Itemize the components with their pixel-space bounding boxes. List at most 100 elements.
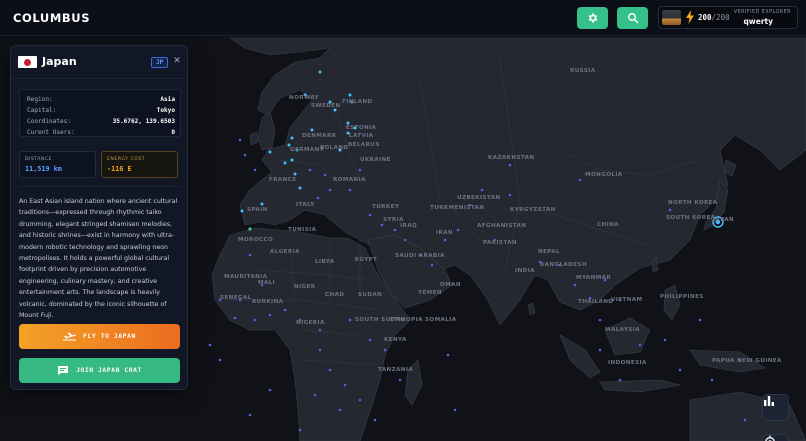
map-label: LIBYA: [315, 259, 335, 265]
info-row-capital: Capital: Tokyo: [27, 106, 175, 116]
map-label: TUNISIA: [288, 227, 317, 233]
distance-value: 11,519 km: [25, 165, 62, 173]
info-value: 35.6762, 139.6503: [112, 118, 175, 125]
search-icon: [627, 13, 638, 24]
info-key: Capital:: [27, 107, 57, 114]
map-label: NIGERIA: [296, 320, 325, 326]
map-label: DENMARK: [302, 133, 337, 139]
map-label: ETHIOPIA: [390, 317, 423, 323]
map-label: INDONESIA: [608, 360, 647, 366]
map-label: UKRAINE: [360, 157, 391, 163]
map-label: ROMANIA: [333, 177, 366, 183]
map-label: CHINA: [597, 222, 619, 228]
crosshair-icon: [765, 435, 775, 441]
map-label: KAZAKHSTAN: [488, 155, 535, 161]
map-label: FINLAND: [342, 99, 373, 105]
map-label: IRAQ: [400, 223, 418, 229]
gear-icon: [588, 13, 597, 23]
map-label: OMAN: [440, 282, 461, 288]
top-bar: COLUMBUS 200/200 VERIFIED EXPLORER qwert…: [0, 0, 806, 36]
map-label: PHILIPPINES: [660, 294, 704, 300]
map-label: TURKEY: [372, 204, 400, 210]
map-label: MONGOLIA: [585, 172, 623, 178]
energy-bolt-icon: [686, 10, 694, 24]
settings-button[interactable]: [577, 7, 608, 29]
energy-cost-value: -116 E: [107, 165, 132, 173]
chat-icon: [58, 366, 69, 376]
map-label: SPAIN: [247, 207, 268, 213]
info-key: Region:: [27, 96, 53, 103]
map-label: SWEDEN: [311, 103, 341, 109]
map-label: SUDAN: [358, 292, 383, 298]
map-label: POLAND: [320, 145, 349, 151]
map-label: KENYA: [384, 337, 407, 343]
map-label: JAPAN: [713, 217, 735, 223]
map-label: GERMANY: [290, 147, 325, 153]
map-label: MALAYSIA: [605, 327, 640, 333]
stats-button[interactable]: [762, 394, 789, 421]
search-button[interactable]: [617, 7, 648, 29]
plane-icon: [63, 332, 77, 341]
map-label: THAILAND: [578, 299, 614, 305]
avatar: [662, 10, 681, 25]
info-row-coordinates: Coordinates: 35.6762, 139.6503: [27, 117, 175, 127]
locate-button[interactable]: [762, 434, 789, 441]
panel-header: Japan JP ✕: [11, 46, 187, 79]
map-label: KYRGYZSTAN: [510, 207, 556, 213]
japan-flag-icon: [18, 56, 37, 68]
map-label: PAKISTAN: [483, 240, 517, 246]
country-description: An East Asian island nation where ancien…: [19, 198, 178, 320]
distance-label: DISTANCE: [25, 157, 52, 162]
country-name: Japan: [42, 55, 77, 68]
map-label: BELARUS: [348, 142, 380, 148]
energy-max: /200: [711, 13, 730, 22]
map-label: INDIA: [515, 268, 535, 274]
map-label: TANZANIA: [378, 367, 414, 373]
info-key: Curent Users:: [27, 129, 75, 136]
fly-to-label: FLY TO JAPAN: [83, 333, 136, 340]
map-label: MOROCCO: [238, 237, 274, 243]
map-label: NIGER: [294, 284, 316, 290]
map-label: SENEGAL: [220, 295, 252, 301]
country-code-badge: JP: [151, 57, 169, 68]
map-label: MYANMAR: [576, 275, 612, 281]
app-title: COLUMBUS: [13, 11, 91, 25]
info-row-region: Region: Asia: [27, 95, 175, 105]
map-label: UZBEKISTAN: [457, 195, 501, 201]
fly-to-button[interactable]: FLY TO JAPAN: [19, 324, 180, 349]
map-label: NEPAL: [538, 249, 560, 255]
map-label: NORTH KOREA: [668, 200, 718, 206]
info-value: 0: [171, 129, 175, 136]
info-key: Coordinates:: [27, 118, 72, 125]
country-info-box: Region: Asia Capital: Tokyo Coordinates:…: [19, 89, 181, 137]
map-label: YEMEN: [418, 290, 442, 296]
user-badge: VERIFIED EXPLORER: [733, 10, 791, 15]
map-label: BANGLADESH: [540, 262, 587, 268]
info-row-users: Curent Users: 0: [27, 128, 175, 138]
map-label: ITALY: [296, 202, 315, 208]
divider: [19, 186, 181, 187]
info-value: Tokyo: [156, 107, 175, 114]
map-label: CHAD: [325, 292, 345, 298]
energy-counter: 200/200: [698, 13, 730, 22]
energy-current: 200: [698, 13, 712, 22]
distance-stat: DISTANCE 11,519 km: [19, 151, 96, 178]
map-label: SOUTH KOREA: [666, 215, 716, 221]
map-label: TURKMENISTAN: [430, 205, 485, 211]
map-label: MALI: [258, 280, 276, 286]
map-label: SYRIA: [383, 217, 404, 223]
map-label: PAPUA NEW GUINEA: [712, 358, 782, 364]
map-label: BURKINA: [252, 299, 284, 305]
map-label: SOMALIA: [425, 317, 457, 323]
join-chat-button[interactable]: JOIN JAPAN CHAT: [19, 358, 180, 383]
map-label: EGYPT: [355, 257, 378, 263]
map-label: ALGERIA: [270, 249, 300, 255]
map-label: RUSSIA: [570, 68, 596, 74]
map-label: LATVIA: [349, 133, 374, 139]
map-label: ESTONIA: [346, 125, 377, 131]
map-label: NORWAY: [289, 95, 319, 101]
map-label: VIETNAM: [611, 297, 643, 303]
close-button[interactable]: ✕: [171, 55, 183, 67]
map-label: SAUDI ARABIA: [395, 253, 445, 259]
user-status[interactable]: 200/200 VERIFIED EXPLORER qwerty: [658, 6, 798, 29]
